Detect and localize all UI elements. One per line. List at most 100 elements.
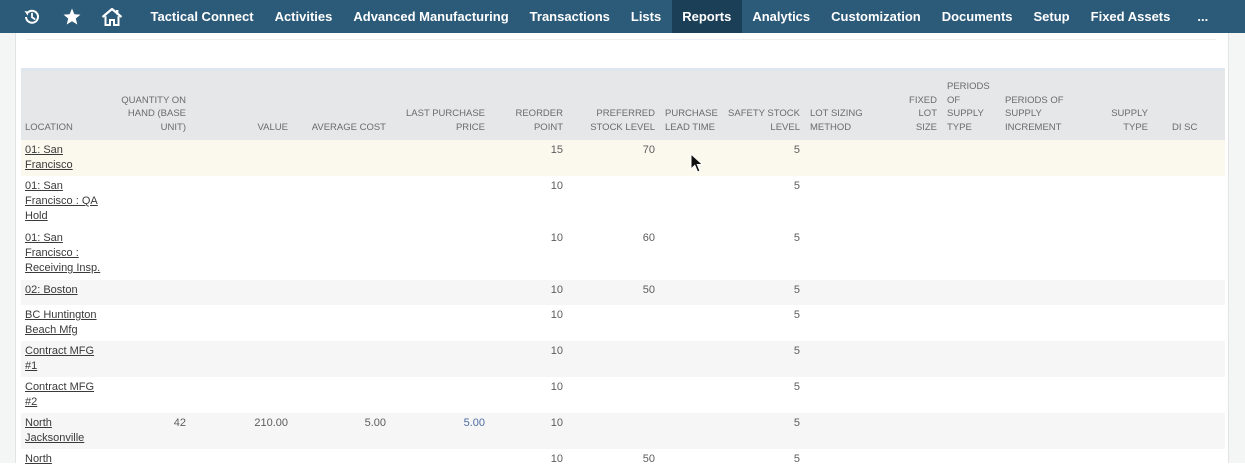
- table-row: Contract MFG #2 10 5: [21, 377, 1225, 413]
- col-reorder-point[interactable]: Reorder Point: [491, 71, 569, 140]
- table-row: North 10 50 5: [21, 449, 1225, 466]
- nav-fixed-assets[interactable]: Fixed Assets: [1080, 0, 1181, 33]
- col-preferred-stock-level[interactable]: Preferred Stock Level: [569, 71, 661, 140]
- cell-preferred: [569, 413, 661, 449]
- cell-avg-cost: [294, 228, 392, 280]
- cell-empty: [901, 413, 943, 449]
- col-periods-of-supply-increment[interactable]: Periods of Supply Increment: [1001, 71, 1086, 140]
- star-icon[interactable]: [52, 0, 92, 33]
- cell-preferred: 50: [569, 280, 661, 305]
- cell-empty: [1001, 377, 1086, 413]
- cell-safety: 5: [723, 305, 806, 341]
- cell-empty: [901, 140, 943, 176]
- nav-more[interactable]: ...: [1187, 0, 1219, 33]
- location-link[interactable]: 01: San Francisco : Receiving Insp.: [25, 232, 100, 274]
- cell-empty: [1154, 280, 1225, 305]
- cell-empty: [806, 305, 901, 341]
- col-value[interactable]: Value: [192, 71, 294, 140]
- location-link[interactable]: 02: Boston: [25, 284, 78, 296]
- cell-value: [192, 140, 294, 176]
- cell-empty: [1086, 280, 1154, 305]
- cell-qty: [111, 280, 192, 305]
- location-link[interactable]: 01: San Francisco : QA Hold: [25, 180, 98, 222]
- cell-safety: 5: [723, 449, 806, 466]
- nav-activities[interactable]: Activities: [264, 0, 343, 33]
- cell-empty: [1086, 377, 1154, 413]
- location-link[interactable]: BC Huntington Beach Mfg: [25, 309, 97, 336]
- cell-empty: [943, 449, 1001, 466]
- col-fixed-lot-size[interactable]: Fixed Lot Size: [901, 71, 943, 140]
- cell-empty: [1154, 341, 1225, 377]
- col-purchase-lead-time[interactable]: Purchase Lead Time: [661, 71, 723, 140]
- cell-empty: [1001, 280, 1086, 305]
- table-row: 01: San Francisco 15 70 5: [21, 140, 1225, 176]
- cell-avg-cost: [294, 377, 392, 413]
- cell-value: [192, 280, 294, 305]
- nav-advanced-manufacturing[interactable]: Advanced Manufacturing: [343, 0, 519, 33]
- cell-lead: [661, 176, 723, 228]
- location-link[interactable]: North Jacksonville: [25, 417, 84, 444]
- cell-reorder: 10: [491, 449, 569, 466]
- cell-empty: [901, 176, 943, 228]
- cell-avg-cost: 5.00: [294, 413, 392, 449]
- cell-qty: [111, 449, 192, 466]
- cell-empty: [901, 449, 943, 466]
- cell-safety: 5: [723, 341, 806, 377]
- cell-preferred: 60: [569, 228, 661, 280]
- col-quantity-on-hand[interactable]: Quantity on Hand (Base Unit): [111, 71, 192, 140]
- nav-analytics[interactable]: Analytics: [742, 0, 821, 33]
- cell-empty: [1086, 341, 1154, 377]
- cell-empty: [1154, 449, 1225, 466]
- cell-empty: [1154, 228, 1225, 280]
- cell-empty: [806, 377, 901, 413]
- cell-empty: [1001, 140, 1086, 176]
- cell-empty: [1086, 228, 1154, 280]
- cell-empty: [1001, 228, 1086, 280]
- cell-location: Contract MFG #2: [21, 377, 111, 413]
- cell-empty: [806, 341, 901, 377]
- location-link[interactable]: Contract MFG #1: [25, 345, 94, 372]
- cell-last-price: 5.00: [392, 413, 491, 449]
- top-navigation-bar: Tactical Connect Activities Advanced Man…: [0, 0, 1245, 33]
- cell-avg-cost: [294, 449, 392, 466]
- col-periods-of-supply-type[interactable]: Periods of Supply Type: [943, 71, 1001, 140]
- cell-preferred: [569, 176, 661, 228]
- nav-reports[interactable]: Reports: [671, 0, 742, 33]
- cell-reorder: 10: [491, 305, 569, 341]
- cell-last-price: [392, 377, 491, 413]
- location-link[interactable]: 01: San Francisco: [25, 144, 73, 171]
- nav-tactical-connect[interactable]: Tactical Connect: [140, 0, 264, 33]
- cell-reorder: 10: [491, 228, 569, 280]
- home-icon[interactable]: [92, 0, 132, 33]
- locations-table: Location Quantity on Hand (Base Unit) Va…: [21, 71, 1225, 466]
- col-supply-type[interactable]: Supply Type: [1086, 71, 1154, 140]
- col-location[interactable]: Location: [21, 71, 111, 140]
- location-link[interactable]: North: [25, 453, 52, 465]
- nav-setup[interactable]: Setup: [1023, 0, 1080, 33]
- nav-customization[interactable]: Customization: [821, 0, 932, 33]
- history-icon[interactable]: [12, 0, 52, 33]
- cell-last-price: [392, 341, 491, 377]
- cell-empty: [901, 280, 943, 305]
- nav-transactions[interactable]: Transactions: [519, 0, 620, 33]
- locations-table-container: Location Quantity on Hand (Base Unit) Va…: [21, 68, 1225, 466]
- table-row: 01: San Francisco : QA Hold 10 5: [21, 176, 1225, 228]
- cell-lead: [661, 228, 723, 280]
- col-di-sc[interactable]: Di Sc: [1154, 71, 1225, 140]
- cell-empty: [1086, 413, 1154, 449]
- col-last-purchase-price[interactable]: Last Purchase Price: [392, 71, 491, 140]
- cell-qty: [111, 176, 192, 228]
- location-link[interactable]: Contract MFG #2: [25, 381, 94, 408]
- cell-lead: [661, 377, 723, 413]
- col-average-cost[interactable]: Average Cost: [294, 71, 392, 140]
- cell-value: [192, 449, 294, 466]
- nav-documents[interactable]: Documents: [931, 0, 1023, 33]
- cell-avg-cost: [294, 305, 392, 341]
- cell-qty: [111, 305, 192, 341]
- cell-safety: 5: [723, 228, 806, 280]
- table-row: North Jacksonville 42 210.00 5.00 5.00 10 5: [21, 413, 1225, 449]
- col-safety-stock-level[interactable]: Safety Stock Level: [723, 71, 806, 140]
- cell-qty: [111, 377, 192, 413]
- nav-lists[interactable]: Lists: [620, 0, 671, 33]
- col-lot-sizing-method[interactable]: Lot Sizing Method: [806, 71, 901, 140]
